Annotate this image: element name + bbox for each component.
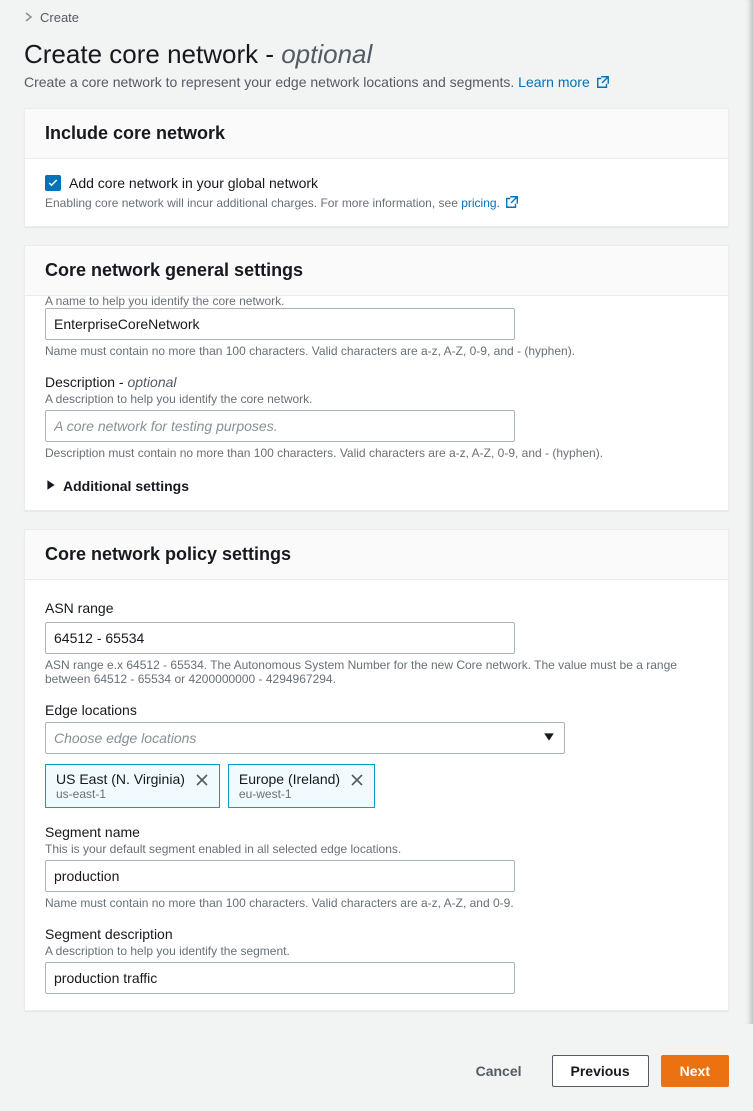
general-settings-panel: Core network general settings A name to … xyxy=(24,245,729,511)
asn-range-input[interactable] xyxy=(45,622,515,654)
next-button[interactable]: Next xyxy=(661,1055,729,1087)
segment-name-label: Segment name xyxy=(45,824,708,840)
edge-location-tag: US East (N. Virginia) us-east-1 xyxy=(45,764,220,808)
caret-down-icon xyxy=(543,730,555,746)
learn-more-link[interactable]: Learn more xyxy=(518,74,609,90)
include-helper: Enabling core network will incur additio… xyxy=(45,195,708,210)
external-link-icon xyxy=(596,75,610,89)
segment-name-constraint: Name must contain no more than 100 chara… xyxy=(45,896,708,910)
pricing-link[interactable]: pricing. xyxy=(461,196,500,210)
edge-locations-label: Edge locations xyxy=(45,702,708,718)
page-title: Create core network - optional xyxy=(24,39,729,70)
segment-description-helper: A description to help you identify the s… xyxy=(45,944,708,958)
segment-description-input[interactable] xyxy=(45,962,515,994)
description-constraint: Description must contain no more than 10… xyxy=(45,446,708,460)
breadcrumb: Create xyxy=(24,10,729,25)
edge-locations-select[interactable] xyxy=(45,722,565,754)
additional-settings-expander[interactable]: Additional settings xyxy=(45,478,708,494)
segment-name-input[interactable] xyxy=(45,860,515,892)
chevron-right-icon xyxy=(24,10,34,25)
description-label: Description - optional xyxy=(45,374,708,390)
panel-title: Include core network xyxy=(25,109,728,159)
add-core-network-checkbox[interactable] xyxy=(45,175,61,191)
caret-right-icon xyxy=(45,478,57,494)
asn-range-label: ASN range xyxy=(45,600,708,616)
core-network-name-input[interactable] xyxy=(45,308,515,340)
core-network-description-input[interactable] xyxy=(45,410,515,442)
panel-title: Core network policy settings xyxy=(25,530,728,580)
segment-name-helper: This is your default segment enabled in … xyxy=(45,842,708,856)
cancel-button[interactable]: Cancel xyxy=(458,1055,540,1087)
external-link-icon xyxy=(505,195,519,209)
checkbox-label: Add core network in your global network xyxy=(69,175,318,191)
previous-button[interactable]: Previous xyxy=(552,1055,649,1087)
name-helper-top: A name to help you identify the core net… xyxy=(45,294,708,308)
segment-description-label: Segment description xyxy=(45,926,708,942)
include-core-network-panel: Include core network Add core network in… xyxy=(24,108,729,227)
remove-tag-button[interactable] xyxy=(350,773,364,790)
panel-title: Core network general settings xyxy=(25,246,728,296)
edge-location-tag: Europe (Ireland) eu-west-1 xyxy=(228,764,375,808)
name-constraint: Name must contain no more than 100 chara… xyxy=(45,344,708,358)
breadcrumb-current: Create xyxy=(40,10,79,25)
remove-tag-button[interactable] xyxy=(195,773,209,790)
wizard-footer: Cancel Previous Next xyxy=(0,1049,753,1111)
page-subtitle: Create a core network to represent your … xyxy=(24,74,729,90)
policy-settings-panel: Core network policy settings ASN range A… xyxy=(24,529,729,1011)
description-helper: A description to help you identify the c… xyxy=(45,392,708,406)
asn-helper: ASN range e.x 64512 - 65534. The Autonom… xyxy=(45,658,708,686)
